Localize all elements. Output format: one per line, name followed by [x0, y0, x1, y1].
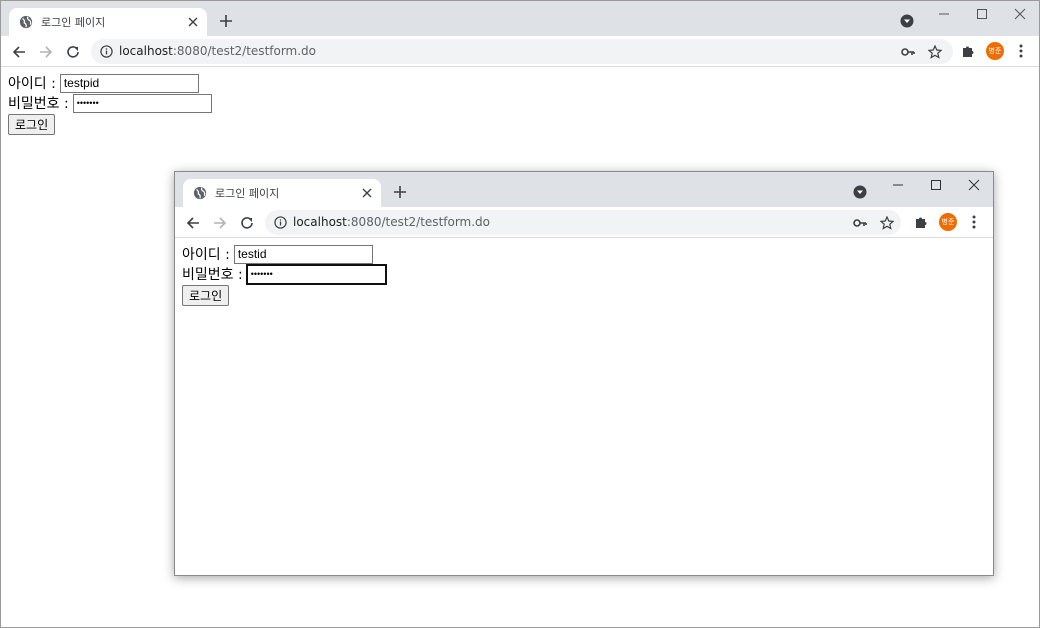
address-bar[interactable]: localhost:8080/test2/testform.do: [265, 210, 901, 235]
back-arrow-icon[interactable]: [8, 41, 30, 63]
tab-title: 로그인 페이지: [215, 187, 280, 200]
id-row: 아이디 : testid: [182, 244, 986, 264]
reload-icon[interactable]: [236, 212, 258, 234]
popup-browser-window: 로그인 페이지 localhost:8080/test2/testform.do…: [174, 171, 994, 576]
login-button[interactable]: 로그인: [182, 285, 230, 306]
tab-search-icon[interactable]: [900, 14, 914, 28]
close-icon[interactable]: [955, 172, 993, 198]
password-row: 비밀번호 : •••••••: [8, 93, 1032, 113]
tab-login-page[interactable]: 로그인 페이지: [9, 8, 207, 36]
id-label: 아이디 :: [8, 76, 56, 92]
more-vert-icon[interactable]: [966, 214, 982, 230]
info-icon[interactable]: [100, 45, 113, 58]
reload-icon[interactable]: [62, 41, 84, 63]
avatar[interactable]: 병준: [939, 213, 957, 231]
star-icon[interactable]: [879, 215, 895, 231]
tab-login-page[interactable]: 로그인 페이지: [183, 179, 381, 207]
url-text: localhost:8080/test2/testform.do: [293, 215, 490, 229]
back-arrow-icon[interactable]: [182, 212, 204, 234]
maximize-icon[interactable]: [917, 172, 955, 198]
password-input[interactable]: •••••••: [72, 93, 212, 113]
page-content: 아이디 : testid 비밀번호 : ••••••• 로그인: [175, 238, 993, 312]
key-icon[interactable]: [900, 44, 916, 60]
id-row: 아이디 : testpid: [8, 73, 1032, 93]
browser-toolbar: localhost:8080/test2/testform.do 병준: [175, 207, 993, 238]
tab-search-icon[interactable]: [853, 185, 867, 199]
address-bar[interactable]: localhost:8080/test2/testform.do: [91, 39, 953, 64]
forward-arrow-icon[interactable]: [35, 41, 57, 63]
tab-strip: 로그인 페이지: [1, 1, 1039, 36]
more-vert-icon[interactable]: [1013, 43, 1029, 59]
url-host: localhost: [293, 215, 347, 229]
close-icon[interactable]: [357, 183, 377, 203]
url-text: localhost:8080/test2/testform.do: [119, 44, 316, 58]
minimize-icon[interactable]: [879, 172, 917, 198]
puzzle-icon[interactable]: [913, 214, 929, 230]
password-label: 비밀번호 :: [182, 267, 243, 283]
tab-strip: 로그인 페이지: [175, 172, 993, 207]
url-path: :8080/test2/testform.do: [346, 215, 491, 229]
close-icon[interactable]: [1001, 1, 1039, 27]
puzzle-icon[interactable]: [960, 43, 976, 59]
close-icon[interactable]: [183, 12, 203, 32]
browser-toolbar: localhost:8080/test2/testform.do 병준: [1, 36, 1039, 67]
globe-icon: [193, 186, 207, 200]
info-icon[interactable]: [274, 216, 287, 229]
plus-icon[interactable]: [391, 183, 409, 201]
login-button[interactable]: 로그인: [8, 114, 56, 135]
maximize-icon[interactable]: [963, 1, 1001, 27]
plus-icon[interactable]: [217, 12, 235, 30]
id-label: 아이디 :: [182, 247, 230, 263]
avatar[interactable]: 병준: [986, 42, 1004, 60]
minimize-icon[interactable]: [925, 1, 963, 27]
forward-arrow-icon[interactable]: [209, 212, 231, 234]
password-input[interactable]: •••••••: [246, 264, 386, 284]
page-content: 아이디 : testpid 비밀번호 : ••••••• 로그인: [1, 67, 1039, 141]
url-path: :8080/test2/testform.do: [172, 44, 317, 58]
url-host: localhost: [119, 44, 173, 58]
password-row: 비밀번호 : •••••••: [182, 264, 986, 284]
star-icon[interactable]: [927, 44, 943, 60]
key-icon[interactable]: [852, 215, 868, 231]
id-input[interactable]: testid: [233, 244, 373, 264]
globe-icon: [19, 15, 33, 29]
tab-title: 로그인 페이지: [41, 16, 106, 29]
id-input[interactable]: testpid: [59, 73, 199, 93]
password-label: 비밀번호 :: [8, 96, 69, 112]
